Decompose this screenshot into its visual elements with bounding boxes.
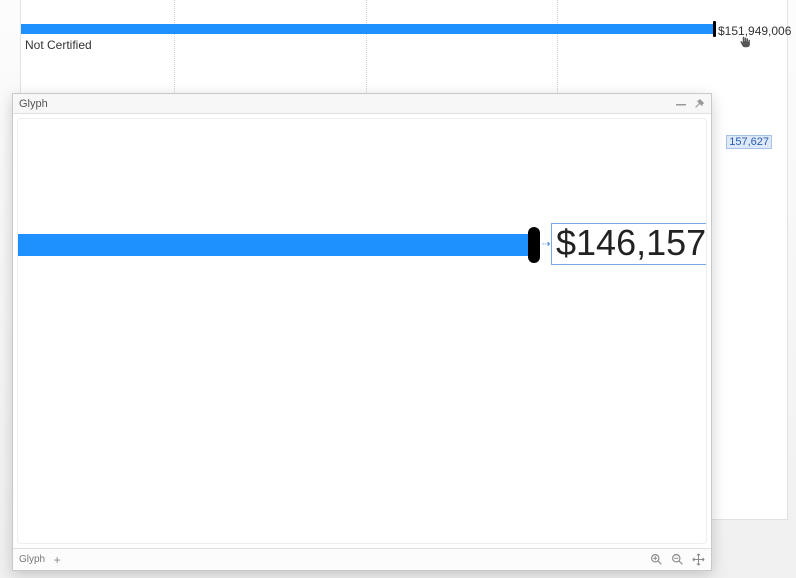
chart-bar-not-certified[interactable] — [21, 24, 713, 34]
glyph-panel-title: Glyph — [19, 98, 48, 110]
chart-bar-label: Not Certified — [25, 38, 92, 52]
glyph-preview-value[interactable]: $146,157 — [551, 223, 707, 265]
glyph-preview-bar[interactable] — [18, 234, 531, 256]
add-layer-button[interactable]: + — [51, 554, 63, 566]
glyph-layer-label[interactable]: Glyph — [19, 554, 45, 565]
hand-cursor-icon — [739, 36, 751, 48]
zoom-out-icon[interactable] — [671, 553, 684, 566]
anchor-handle-icon[interactable]: ⇢ — [542, 239, 550, 250]
glyph-panel: Glyph ⇢ $146,157 Glyph + — [12, 93, 712, 571]
zoom-in-icon[interactable] — [650, 553, 663, 566]
chart-bar-cap — [713, 21, 716, 37]
glyph-panel-header[interactable]: Glyph — [13, 94, 711, 114]
glyph-panel-actions — [675, 94, 705, 113]
glyph-preview-cap[interactable] — [528, 227, 540, 263]
pan-icon[interactable] — [692, 553, 705, 566]
chart-partial-value: 157,627 — [726, 135, 772, 149]
glyph-canvas[interactable]: ⇢ $146,157 — [17, 118, 707, 544]
glyph-panel-footer: Glyph + — [13, 548, 711, 570]
minimize-icon[interactable] — [675, 98, 687, 110]
chart-bar-value: $151,949,006 — [718, 24, 791, 38]
pin-icon[interactable] — [693, 98, 705, 110]
